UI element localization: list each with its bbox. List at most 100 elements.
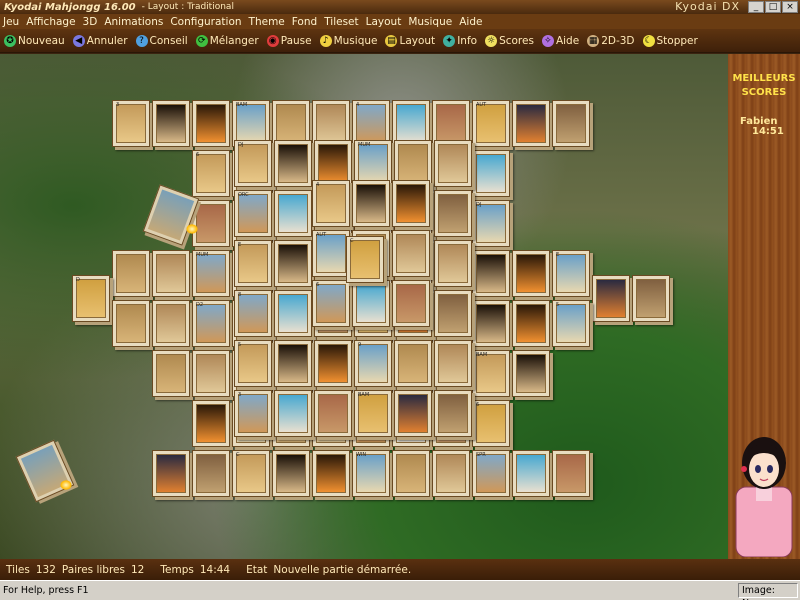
mahjong-tile[interactable] (472, 300, 510, 347)
mahjong-tile[interactable] (434, 240, 472, 287)
mahjong-tile[interactable] (394, 340, 432, 387)
mahjong-tile[interactable] (192, 200, 230, 247)
mahjong-tile[interactable] (592, 275, 630, 322)
mahjong-board[interactable]: 3BAM4AUT6CWINSPRDDJMUMORCWED286593BAM4AU… (0, 54, 728, 559)
mahjong-tile[interactable]: SPR (472, 450, 510, 497)
mahjong-tile[interactable]: DJ (234, 140, 272, 187)
maximize-button[interactable]: □ (765, 1, 781, 13)
mahjong-tile[interactable]: ORC (234, 190, 272, 237)
mahjong-tile[interactable]: C (232, 450, 270, 497)
close-button[interactable]: × (782, 1, 798, 13)
menu-animations[interactable]: Animations (104, 16, 163, 28)
mahjong-tile[interactable]: 5 (234, 340, 272, 387)
mahjong-tile[interactable]: AUT (312, 230, 350, 277)
mahjong-tile[interactable] (274, 390, 312, 437)
toolbar-button-aide[interactable]: ✧ Aide (541, 34, 579, 47)
mahjong-tile[interactable] (152, 300, 190, 347)
mahjong-tile[interactable] (434, 340, 472, 387)
mahjong-tile[interactable] (392, 180, 430, 227)
mahjong-tile[interactable] (152, 250, 190, 297)
mahjong-tile[interactable] (392, 450, 430, 497)
mahjong-tile[interactable] (512, 250, 550, 297)
mahjong-tile[interactable] (394, 390, 432, 437)
mahjong-tile[interactable] (392, 230, 430, 277)
mahjong-tile[interactable] (434, 140, 472, 187)
toolbar-button-scores[interactable]: ☼ Scores (485, 34, 534, 47)
mahjong-tile[interactable] (112, 250, 150, 297)
mahjong-tile[interactable]: 4 (312, 180, 350, 227)
mahjong-tile[interactable] (434, 290, 472, 337)
mahjong-tile[interactable]: 8 (234, 290, 272, 337)
mahjong-tile[interactable] (512, 350, 550, 397)
mahjong-tile[interactable] (632, 275, 670, 322)
mahjong-tile[interactable]: 3 (234, 390, 272, 437)
toolbar-button-conseil[interactable]: ? Conseil (135, 34, 188, 47)
mahjong-tile[interactable]: BAM (472, 350, 510, 397)
mahjong-tile[interactable] (434, 390, 472, 437)
menu-fond[interactable]: Fond (292, 16, 317, 28)
mahjong-tile[interactable]: WIN (352, 450, 390, 497)
mahjong-tile[interactable] (274, 140, 312, 187)
mahjong-tile[interactable] (552, 450, 590, 497)
mahjong-tile[interactable]: BAM (354, 390, 392, 437)
mahjong-tile[interactable] (274, 190, 312, 237)
toolbar-button-info[interactable]: ✦ Info (443, 34, 477, 47)
mahjong-tile[interactable] (192, 450, 230, 497)
mahjong-tile[interactable] (432, 450, 470, 497)
toolbar-button-m-langer[interactable]: ⟳ Mélanger (195, 34, 259, 47)
menu-layout[interactable]: Layout (366, 16, 402, 28)
menu-aide[interactable]: Aide (459, 16, 482, 28)
mahjong-tile[interactable]: D2 (192, 300, 230, 347)
mahjong-tile[interactable]: 5 (552, 300, 590, 347)
toolbar-button-annuler[interactable]: ◀ Annuler (72, 34, 128, 47)
minimize-button[interactable]: _ (748, 1, 764, 13)
mahjong-tile[interactable] (274, 240, 312, 287)
highscores-title[interactable]: MEILLEURS SCORES (728, 72, 800, 100)
mahjong-tile[interactable]: DJ (472, 200, 510, 247)
mahjong-tile[interactable] (112, 300, 150, 347)
mahjong-tile[interactable] (152, 100, 190, 147)
mahjong-tile[interactable] (314, 390, 352, 437)
mahjong-tile[interactable]: C (346, 236, 384, 283)
toolbar-button-musique[interactable]: ♪ Musique (319, 34, 377, 47)
mahjong-tile[interactable]: 3 (112, 100, 150, 147)
mahjong-tile[interactable]: 6 (472, 400, 510, 447)
mahjong-tile[interactable]: MUM (192, 250, 230, 297)
mahjong-tile[interactable]: E (234, 240, 272, 287)
mahjong-tile[interactable] (512, 300, 550, 347)
mahjong-tile[interactable] (434, 190, 472, 237)
menu-theme[interactable]: Theme (249, 16, 285, 28)
menu-affichage[interactable]: Affichage (26, 16, 75, 28)
mahjong-tile[interactable]: 6 (312, 280, 350, 327)
mahjong-tile[interactable] (274, 290, 312, 337)
mahjong-tile[interactable] (512, 100, 550, 147)
mahjong-tile[interactable] (472, 250, 510, 297)
toolbar-button-2d-3d[interactable]: ▦ 2D-3D (587, 34, 635, 47)
toolbar-button-pause[interactable]: ◉ Pause (266, 34, 312, 47)
toolbar-button-stopper[interactable]: ☾ Stopper (642, 34, 698, 47)
mahjong-tile[interactable]: D (72, 275, 110, 322)
mahjong-tile[interactable] (312, 450, 350, 497)
mahjong-tile[interactable]: 9 (354, 340, 392, 387)
mahjong-tile[interactable] (352, 280, 390, 327)
mahjong-tile[interactable] (392, 280, 430, 327)
mahjong-tile[interactable] (274, 340, 312, 387)
mahjong-tile[interactable] (152, 450, 190, 497)
mahjong-tile[interactable] (472, 150, 510, 197)
mahjong-tile[interactable] (152, 350, 190, 397)
toolbar-button-layout[interactable]: ▤ Layout (385, 34, 435, 47)
menu-jeu[interactable]: Jeu (3, 16, 19, 28)
menu-tileset[interactable]: Tileset (324, 16, 358, 28)
mahjong-tile[interactable]: 6 (192, 150, 230, 197)
menu-3d[interactable]: 3D (83, 16, 98, 28)
mahjong-tile[interactable] (272, 450, 310, 497)
mahjong-tile[interactable] (552, 100, 590, 147)
toolbar-button-nouveau[interactable]: ✪ Nouveau (4, 34, 65, 47)
menu-configuration[interactable]: Configuration (170, 16, 241, 28)
menu-musique[interactable]: Musique (408, 16, 452, 28)
mahjong-tile[interactable] (192, 400, 230, 447)
mahjong-tile[interactable] (192, 100, 230, 147)
mahjong-tile[interactable]: E (552, 250, 590, 297)
mahjong-tile[interactable] (192, 350, 230, 397)
mahjong-tile[interactable] (352, 180, 390, 227)
